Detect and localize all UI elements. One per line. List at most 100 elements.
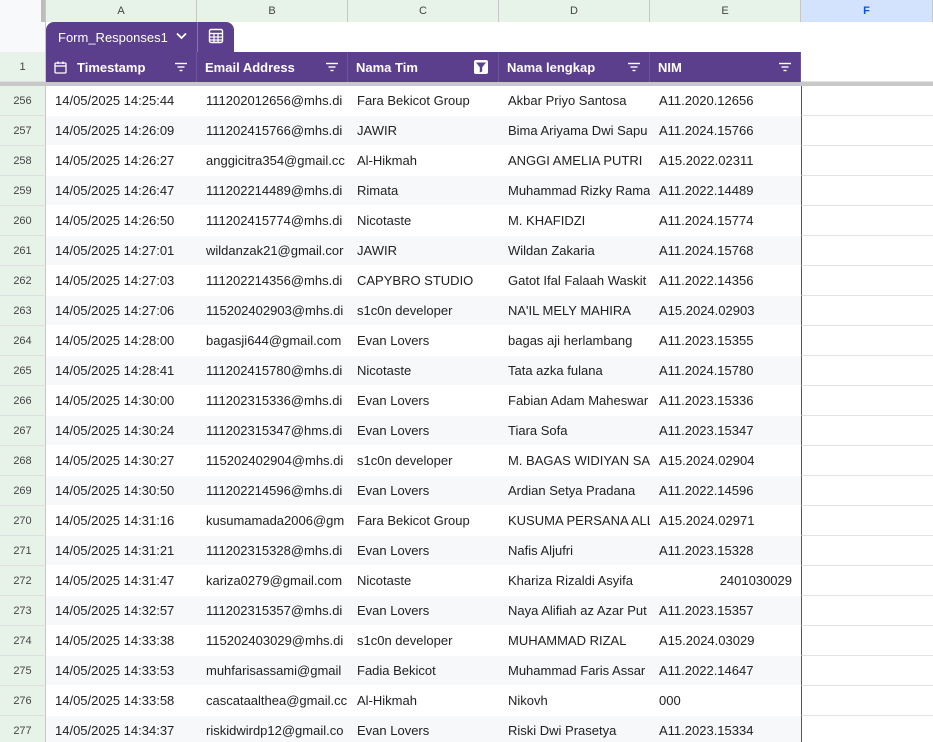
cell-nama-lengkap[interactable]: M. KHAFIDZI (499, 206, 650, 236)
cell-nama-tim[interactable]: Nicotaste (348, 206, 499, 236)
cell-email[interactable]: 111202315328@mhs.di (197, 536, 348, 566)
cell-nama-tim[interactable]: Nicotaste (348, 356, 499, 386)
cell-nama-tim[interactable]: Evan Lovers (348, 416, 499, 446)
cell-timestamp[interactable]: 14/05/2025 14:26:50 (46, 206, 197, 236)
row-number[interactable]: 274 (0, 626, 46, 656)
cell-nama-tim[interactable]: Evan Lovers (348, 596, 499, 626)
row-number[interactable]: 262 (0, 266, 46, 296)
column-header-d[interactable]: D (499, 0, 650, 22)
cell-nim[interactable]: A15.2022.02311 (650, 146, 801, 176)
cell-nim[interactable]: A15.2024.02971 (650, 506, 801, 536)
cell-email[interactable]: bagasji644@gmail.com (197, 326, 348, 356)
row-number[interactable]: 272 (0, 566, 46, 596)
cell-nim[interactable]: A11.2022.14356 (650, 266, 801, 296)
cell-nama-lengkap[interactable]: Tata azka fulana (499, 356, 650, 386)
filter-icon[interactable] (627, 60, 641, 74)
row-number[interactable]: 269 (0, 476, 46, 506)
header-nim[interactable]: NIM (650, 52, 801, 82)
cell-nama-lengkap[interactable]: Naya Alifiah az Azar Put (499, 596, 650, 626)
empty-cell[interactable] (801, 686, 933, 716)
cell-timestamp[interactable]: 14/05/2025 14:26:09 (46, 116, 197, 146)
cell-nim[interactable]: A15.2024.02904 (650, 446, 801, 476)
cell-nama-lengkap[interactable]: Nafis Aljufri (499, 536, 650, 566)
cell-email[interactable]: kariza0279@gmail.com (197, 566, 348, 596)
row-number[interactable]: 267 (0, 416, 46, 446)
cell-email[interactable]: 111202214489@mhs.di (197, 176, 348, 206)
cell-email[interactable]: 111202214356@mhs.di (197, 266, 348, 296)
empty-cell[interactable] (801, 626, 933, 656)
cell-nim[interactable]: A11.2023.15334 (650, 716, 801, 742)
cell-timestamp[interactable]: 14/05/2025 14:33:38 (46, 626, 197, 656)
cell-nama-tim[interactable]: JAWIR (348, 236, 499, 266)
column-header-c[interactable]: C (348, 0, 499, 22)
cell-nama-lengkap[interactable]: ANGGI AMELIA PUTRI (499, 146, 650, 176)
empty-cell[interactable] (801, 656, 933, 686)
cell-nama-tim[interactable]: Fadia Bekicot (348, 656, 499, 686)
cell-email[interactable]: 111202214596@mhs.di (197, 476, 348, 506)
cell-nama-lengkap[interactable]: Muhammad Rizky Rama (499, 176, 650, 206)
cell-nama-tim[interactable]: Fara Bekicot Group (348, 86, 499, 116)
cell-nim[interactable]: A11.2022.14647 (650, 656, 801, 686)
cell-timestamp[interactable]: 14/05/2025 14:33:58 (46, 686, 197, 716)
cell-timestamp[interactable]: 14/05/2025 14:30:50 (46, 476, 197, 506)
empty-cell[interactable] (801, 476, 933, 506)
cell-email[interactable]: cascataalthea@gmail.cc (197, 686, 348, 716)
empty-cell[interactable] (801, 386, 933, 416)
cell-nama-tim[interactable]: s1c0n developer (348, 446, 499, 476)
cell-nim[interactable]: A11.2023.15355 (650, 326, 801, 356)
cell-timestamp[interactable]: 14/05/2025 14:27:03 (46, 266, 197, 296)
select-all-corner[interactable] (0, 0, 46, 22)
column-header-b[interactable]: B (197, 0, 348, 22)
empty-cell[interactable] (801, 206, 933, 236)
cell-nama-lengkap[interactable]: MUHAMMAD RIZAL (499, 626, 650, 656)
header-email-address[interactable]: Email Address (197, 52, 348, 82)
empty-cell[interactable] (801, 266, 933, 296)
empty-cell[interactable] (801, 506, 933, 536)
cell-nama-lengkap[interactable]: bagas aji herlambang (499, 326, 650, 356)
cell-nama-lengkap[interactable]: Muhammad Faris Assar (499, 656, 650, 686)
row-number[interactable]: 257 (0, 116, 46, 146)
cell-timestamp[interactable]: 14/05/2025 14:27:01 (46, 236, 197, 266)
cell-nama-lengkap[interactable]: Khariza Rizaldi Asyifa (499, 566, 650, 596)
cell-email[interactable]: 111202315336@mhs.di (197, 386, 348, 416)
cell-timestamp[interactable]: 14/05/2025 14:30:27 (46, 446, 197, 476)
cell-nim[interactable]: A11.2024.15766 (650, 116, 801, 146)
cell-nama-lengkap[interactable]: M. BAGAS WIDIYAN SAF (499, 446, 650, 476)
cell-nim[interactable]: A11.2024.15774 (650, 206, 801, 236)
header-nama-lengkap[interactable]: Nama lengkap (499, 52, 650, 82)
cell-nim[interactable]: A11.2022.14596 (650, 476, 801, 506)
cell-nim[interactable]: A11.2020.12656 (650, 86, 801, 116)
table-view-button[interactable] (197, 22, 234, 52)
empty-cell[interactable] (801, 326, 933, 356)
row-number[interactable]: 271 (0, 536, 46, 566)
cell-timestamp[interactable]: 14/05/2025 14:25:44 (46, 86, 197, 116)
cell-nama-tim[interactable]: CAPYBRO STUDIO (348, 266, 499, 296)
header-timestamp[interactable]: Timestamp (46, 52, 197, 82)
empty-cell[interactable] (801, 296, 933, 326)
cell-nim[interactable]: A11.2022.14489 (650, 176, 801, 206)
empty-cell[interactable] (801, 536, 933, 566)
row-number[interactable]: 261 (0, 236, 46, 266)
cell-email[interactable]: muhfarisassami@gmail (197, 656, 348, 686)
cell-nama-lengkap[interactable]: Gatot Ifal Falaah Waskit (499, 266, 650, 296)
cell-email[interactable]: 111202315347@hms.di (197, 416, 348, 446)
row-number[interactable]: 276 (0, 686, 46, 716)
column-header-a[interactable]: A (46, 0, 197, 22)
row-number[interactable]: 277 (0, 716, 46, 742)
row-number[interactable]: 260 (0, 206, 46, 236)
cell-nama-tim[interactable]: s1c0n developer (348, 626, 499, 656)
cell-timestamp[interactable]: 14/05/2025 14:33:53 (46, 656, 197, 686)
table-name-dropdown[interactable]: Form_Responses1 (46, 22, 197, 52)
cell-email[interactable]: 111202415766@mhs.di (197, 116, 348, 146)
empty-cell[interactable] (801, 416, 933, 446)
row-number[interactable]: 263 (0, 296, 46, 326)
cell-nama-lengkap[interactable]: Ardian Setya Pradana (499, 476, 650, 506)
cell-nama-tim[interactable]: Evan Lovers (348, 716, 499, 742)
cell-email[interactable]: kusumamada2006@gm (197, 506, 348, 536)
cell-nama-tim[interactable]: s1c0n developer (348, 296, 499, 326)
row-number[interactable]: 273 (0, 596, 46, 626)
cell-timestamp[interactable]: 14/05/2025 14:31:16 (46, 506, 197, 536)
cell-nama-lengkap[interactable]: Fabian Adam Maheswar (499, 386, 650, 416)
empty-cell[interactable] (801, 596, 933, 626)
row-number[interactable]: 258 (0, 146, 46, 176)
